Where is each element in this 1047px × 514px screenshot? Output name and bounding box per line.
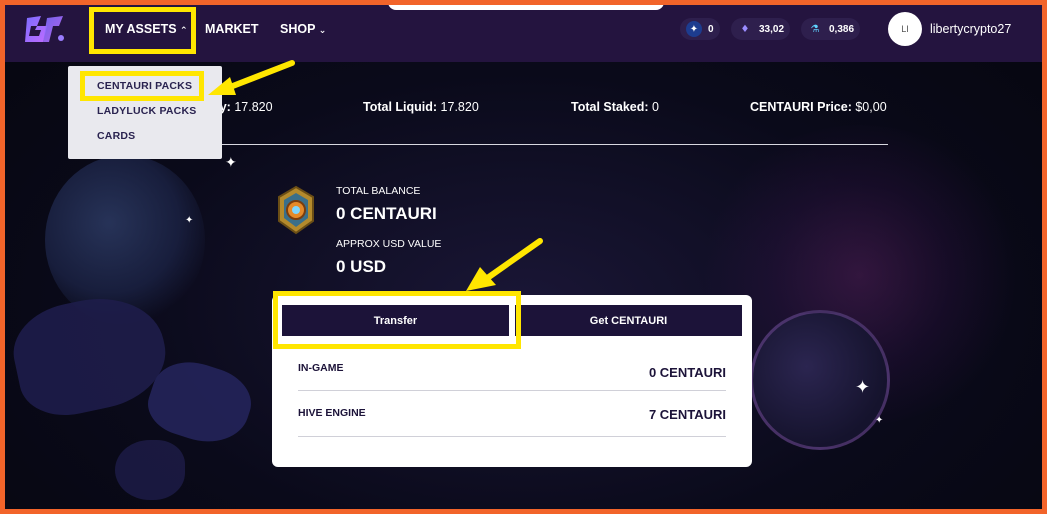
top-notification-bar <box>388 5 664 10</box>
staked-stat: Total Staked: 0 <box>571 100 659 114</box>
logo-icon[interactable] <box>23 12 67 48</box>
staked-value: 0 <box>652 100 659 114</box>
avatar[interactable]: LI <box>888 12 922 46</box>
arrow-icon <box>208 60 295 95</box>
row-value: 7 CENTAURI <box>648 407 726 422</box>
price-label: CENTAURI Price: <box>750 100 852 114</box>
stat-star-token: ✦ 0 <box>680 18 720 40</box>
price-stat: CENTAURI Price: $0,00 <box>750 100 887 114</box>
dropdown-item-cards[interactable]: CARDS <box>68 130 222 155</box>
row-label: HIVE ENGINE <box>298 407 366 419</box>
highlight-box-centauri-packs <box>80 71 204 101</box>
sparkle-icon: ✦ <box>855 377 871 398</box>
usd-value-label: APPROX USD VALUE <box>336 238 442 250</box>
planet-left <box>45 155 205 325</box>
stat-value: 0,386 <box>829 23 855 35</box>
staked-label: Total Staked: <box>571 100 649 114</box>
stat-value: 0 <box>708 23 714 35</box>
supply-value: 17.820 <box>234 100 273 114</box>
balance-row-in-game: IN-GAME 0 CENTAURI <box>298 357 726 391</box>
app-frame: ✦ ✦ ✦ ✦ MY ASSETS ⌃ MARKET SHOP ⌄ ✦ 0 ♦ … <box>5 5 1042 509</box>
potion-icon: ⚗ <box>810 23 820 35</box>
sparkle-icon: ✦ <box>185 215 194 226</box>
usd-value: 0 USD <box>336 257 387 276</box>
sparkle-icon: ✦ <box>225 155 237 171</box>
price-value: $0,00 <box>855 100 887 114</box>
nav-market[interactable]: MARKET <box>205 22 258 36</box>
stat-potion: ⚗ 0,386 <box>801 18 861 40</box>
nav-shop[interactable]: SHOP ⌄ <box>280 22 326 36</box>
chevron-down-icon: ⌄ <box>318 26 327 36</box>
asteroid <box>115 440 185 500</box>
total-balance-value: 0 CENTAURI <box>336 204 437 223</box>
sparkle-icon: ✦ <box>875 415 884 426</box>
arrow-icon <box>466 238 543 291</box>
balance-row-hive-engine: HIVE ENGINE 7 CENTAURI <box>298 402 726 437</box>
dropdown-item-ladyluck-packs[interactable]: LADYLUCK PACKS <box>68 105 222 130</box>
liquid-value: 17.820 <box>440 100 479 114</box>
centauri-token-icon <box>278 185 314 235</box>
liquid-label: Total Liquid: <box>363 100 438 114</box>
row-value: 0 CENTAURI <box>648 365 726 380</box>
get-centauri-button[interactable]: Get CENTAURI <box>515 305 742 336</box>
username[interactable]: libertycrypto27 <box>930 22 1011 36</box>
total-balance-label: TOTAL BALANCE <box>336 185 421 197</box>
row-label: IN-GAME <box>298 362 344 374</box>
star-token-icon: ✦ <box>686 21 702 37</box>
highlight-box-transfer <box>273 291 521 349</box>
highlight-box-my-assets <box>89 7 196 54</box>
divider <box>155 144 888 145</box>
liquid-stat: Total Liquid: 17.820 <box>363 100 479 114</box>
nav-shop-label: SHOP <box>280 22 316 36</box>
crystal-icon: ♦ <box>740 23 750 35</box>
stat-crystal: ♦ 33,02 <box>731 18 791 40</box>
stat-value: 33,02 <box>759 23 785 35</box>
